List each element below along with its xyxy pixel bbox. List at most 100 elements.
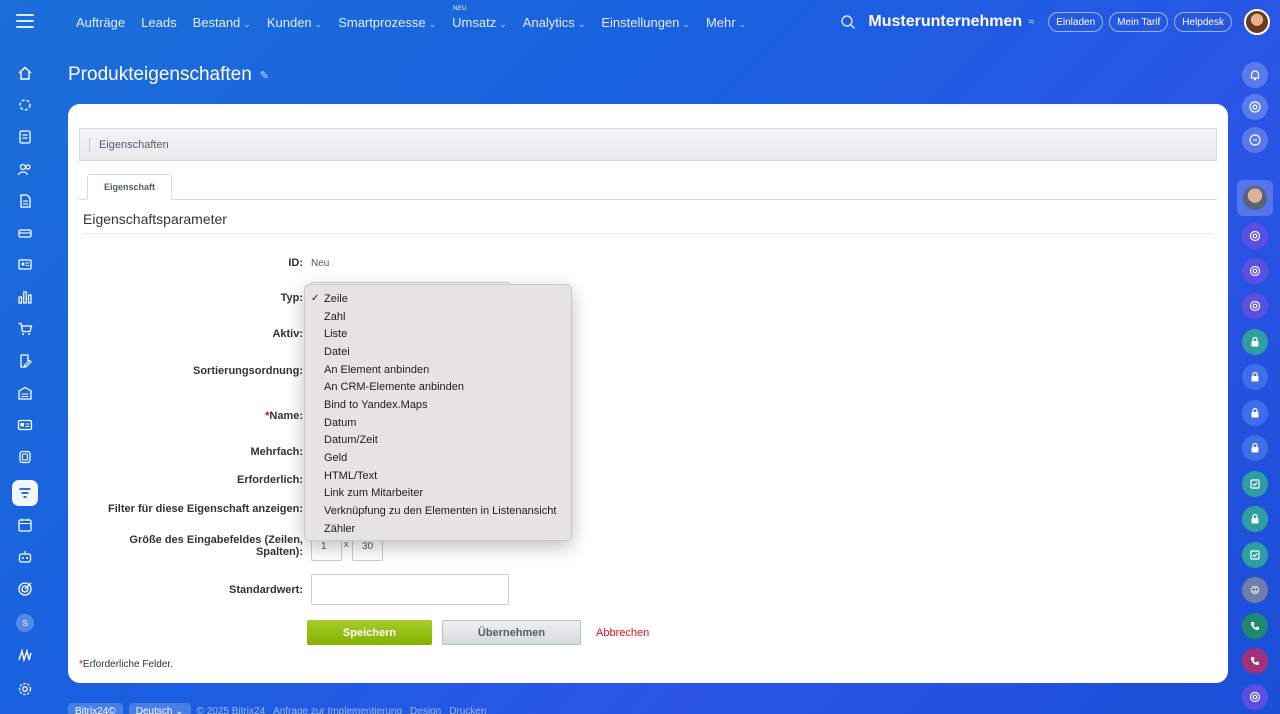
nav-item-leads[interactable]: Leads — [141, 15, 176, 30]
phone-icon[interactable] — [1242, 648, 1268, 674]
save-button[interactable]: Speichern — [307, 620, 432, 645]
chart-icon[interactable] — [12, 284, 38, 310]
footer-link-implementation[interactable]: Anfrage zur Implementierung — [273, 706, 402, 714]
helpdesk-button[interactable]: Helpdesk — [1174, 12, 1232, 32]
required-label: Erforderlich: — [236, 474, 303, 486]
option-datum-zeit[interactable]: Datum/Zeit — [305, 432, 571, 450]
option-element-anbinden[interactable]: An Element anbinden — [305, 361, 571, 379]
top-bar: Aufträge Leads Bestand ⌄ Kunden ⌄ Smartpro… — [0, 0, 1280, 44]
multiple-label: Mehrfach: — [250, 446, 303, 458]
new-badge: NEU — [453, 5, 467, 12]
copyright: © 2025 Bitrix24 — [196, 705, 266, 714]
edit-doc-icon[interactable] — [12, 348, 38, 374]
spiral-icon[interactable] — [1242, 293, 1268, 319]
my-plan-button[interactable]: Mein Tarif — [1109, 12, 1169, 32]
option-verknuepfung-liste[interactable]: Verknüpfung zu den Elementen in Listenan… — [305, 502, 571, 520]
footer-link-design[interactable]: Design — [410, 706, 441, 714]
option-yandex-maps[interactable]: Bind to Yandex.Maps — [305, 396, 571, 414]
home-icon[interactable] — [12, 60, 38, 86]
option-crm-elemente[interactable]: An CRM-Elemente anbinden — [305, 378, 571, 396]
option-html-text[interactable]: HTML/Text — [305, 467, 571, 485]
lock-icon[interactable] — [1242, 435, 1268, 461]
chevron-down-icon: ⌄ — [243, 18, 251, 29]
box-icon[interactable] — [12, 444, 38, 470]
phone-icon[interactable] — [1242, 613, 1268, 639]
footer: Bitrix24© Deutsch ⌄ © 2025 Bitrix24 Anfr… — [68, 701, 486, 714]
checkbox-icon[interactable] — [1242, 542, 1268, 568]
tab-eigenschaft[interactable]: Eigenschaft — [87, 174, 172, 200]
presentation-icon[interactable] — [12, 252, 38, 278]
nav-item-smartprozesse[interactable]: Smartprozesse ⌄ — [338, 15, 436, 30]
spiral-icon[interactable] — [1242, 223, 1268, 249]
robot-icon[interactable] — [12, 544, 38, 570]
chevron-down-icon: ⌄ — [499, 18, 507, 29]
lock-icon[interactable] — [1242, 364, 1268, 390]
divider — [89, 137, 90, 152]
option-liste[interactable]: Liste — [305, 325, 571, 343]
main-nav: Aufträge Leads Bestand ⌄ Kunden ⌄ Smartpro… — [68, 0, 754, 44]
id-card-icon[interactable] — [12, 412, 38, 438]
divider — [83, 233, 1213, 234]
nav-item-umsatz[interactable]: NEU Umsatz ⌄ — [452, 6, 507, 30]
spiral-icon[interactable] — [1242, 94, 1268, 120]
cancel-link[interactable]: Abbrechen — [596, 627, 649, 639]
document-icon[interactable] — [12, 188, 38, 214]
spiral-icon[interactable] — [1242, 258, 1268, 284]
calendar-icon[interactable] — [12, 512, 38, 538]
default-value-input[interactable] — [311, 574, 509, 605]
invite-button[interactable]: Einladen — [1048, 12, 1104, 32]
avatar-icon[interactable] — [1237, 180, 1273, 216]
option-datum[interactable]: Datum — [305, 414, 571, 432]
type-label: Typ: — [280, 292, 303, 304]
bot-icon[interactable] — [1242, 577, 1268, 603]
cart-icon[interactable] — [12, 316, 38, 342]
option-zaehler[interactable]: Zähler — [305, 520, 571, 538]
params-title: Eigenschaftsparameter — [83, 211, 227, 227]
nav-item-kunden[interactable]: Kunden ⌄ — [267, 15, 322, 30]
option-zeile[interactable]: ✓ Zeile — [305, 290, 571, 308]
footer-link-print[interactable]: Drucken — [449, 706, 486, 714]
spiral-icon[interactable] — [1242, 684, 1268, 710]
menu-icon[interactable] — [16, 14, 34, 30]
company-name[interactable]: Musterunternehmen — [868, 13, 1022, 31]
gear-icon[interactable] — [12, 676, 38, 702]
id-label: ID: — [288, 257, 303, 269]
page-title: Produkteigenschaften ✎ — [68, 64, 270, 85]
name-label: *Name: — [265, 410, 303, 422]
nav-item-analytics[interactable]: Analytics ⌄ — [523, 15, 586, 30]
chevron-down-icon: ⌄ — [428, 18, 437, 29]
option-link-mitarbeiter[interactable]: Link zum Mitarbeiter — [305, 485, 571, 503]
user-avatar[interactable] — [1244, 9, 1270, 35]
pin-icon[interactable]: ✎ — [260, 69, 269, 82]
nav-item-auftraege[interactable]: Aufträge — [76, 15, 125, 30]
tasks-icon[interactable] — [12, 124, 38, 150]
sparkle-icon[interactable] — [12, 92, 38, 118]
option-datei[interactable]: Datei — [305, 343, 571, 361]
cash-icon[interactable] — [12, 220, 38, 246]
lock-icon[interactable] — [1242, 329, 1268, 355]
lock-icon[interactable] — [1242, 506, 1268, 532]
checkbox-icon[interactable] — [1242, 471, 1268, 497]
sort-label: Sortierungsordnung: — [193, 365, 303, 377]
bell-icon[interactable] — [1242, 62, 1268, 88]
right-sidebar — [1228, 44, 1280, 714]
apply-button[interactable]: Übernehmen — [442, 620, 581, 645]
target-icon[interactable] — [12, 576, 38, 602]
warehouse-icon[interactable] — [12, 380, 38, 406]
tab-bar: Eigenschaft — [79, 174, 1217, 200]
brand-icon[interactable] — [12, 642, 38, 668]
brand-badge[interactable]: Bitrix24© — [68, 702, 123, 714]
nav-item-mehr[interactable]: Mehr ⌄ — [706, 15, 746, 30]
contacts-icon[interactable] — [12, 156, 38, 182]
search-icon[interactable] — [840, 14, 856, 30]
option-geld[interactable]: Geld — [305, 449, 571, 467]
filter-icon[interactable] — [12, 480, 38, 506]
chat-search-icon[interactable] — [1242, 127, 1268, 153]
user-badge-icon[interactable]: S — [12, 610, 38, 636]
nav-item-einstellungen[interactable]: Einstellungen ⌄ — [601, 15, 690, 30]
settings-sliders-icon[interactable]: ≈ — [1028, 16, 1034, 28]
option-zahl[interactable]: Zahl — [305, 308, 571, 326]
lock-icon[interactable] — [1242, 400, 1268, 426]
nav-item-bestand[interactable]: Bestand ⌄ — [193, 15, 251, 30]
language-select[interactable]: Deutsch ⌄ — [128, 702, 191, 714]
